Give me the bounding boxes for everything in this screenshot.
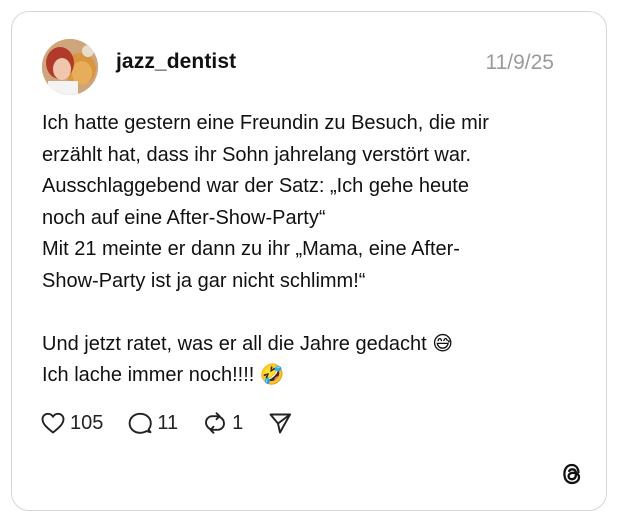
username[interactable]: jazz_dentist xyxy=(116,50,236,74)
post-card: jazz_dentist 11/9/25 Ich hatte gestern e… xyxy=(11,11,607,511)
post-date: 11/9/25 xyxy=(485,51,554,74)
post-text: Ich hatte gestern eine Freundin zu Besuc… xyxy=(42,112,489,386)
comment-bubble-icon xyxy=(127,411,153,435)
threads-logo-icon xyxy=(559,460,585,488)
repost-icon xyxy=(202,411,228,435)
reply-count: 11 xyxy=(157,411,179,434)
repost-button[interactable]: 1 xyxy=(202,411,243,435)
send-icon xyxy=(267,411,293,435)
like-count: 105 xyxy=(70,411,104,434)
repost-count: 1 xyxy=(232,411,244,434)
avatar[interactable] xyxy=(42,39,98,95)
heart-icon xyxy=(40,411,66,435)
reply-button[interactable]: 11 xyxy=(127,411,178,435)
share-button[interactable] xyxy=(267,411,293,435)
action-bar: 105 11 1 xyxy=(40,409,317,437)
like-button[interactable]: 105 xyxy=(40,411,103,435)
